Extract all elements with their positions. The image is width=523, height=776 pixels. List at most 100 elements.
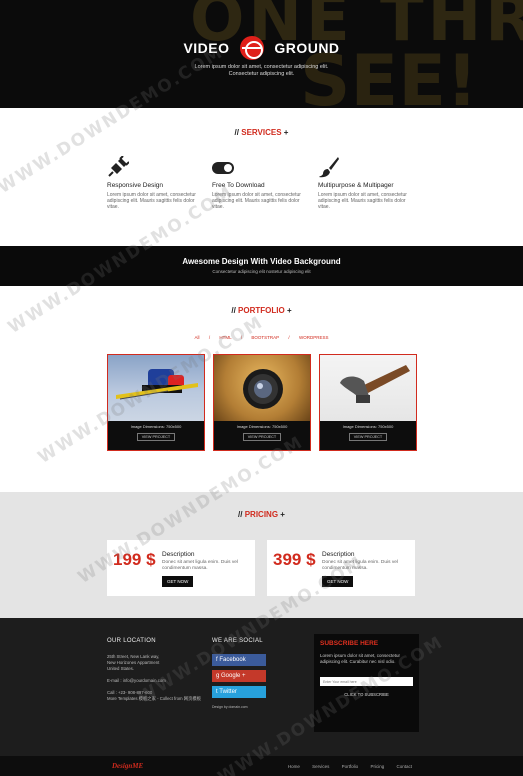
brand-word-right: GROUND	[274, 40, 340, 56]
plug-icon	[107, 155, 207, 180]
service-title: Responsive Design	[107, 182, 164, 189]
filter-wordpress[interactable]: WORDPRESS	[299, 335, 329, 340]
bottom-bar: DesignME Home Services Portfolio Pricing…	[0, 756, 523, 776]
nav-home[interactable]: Home	[288, 764, 300, 769]
address-line: United States.	[107, 666, 134, 671]
google-plus-button[interactable]: g Google +	[212, 670, 266, 682]
hammer-image	[320, 355, 416, 421]
social-buttons: f Facebook g Google + t Twitter	[212, 654, 302, 698]
price-label: Description	[322, 551, 355, 558]
filter-separator: /	[288, 335, 290, 340]
pricing-section: // PRICING + 199 $ Description Donec sit…	[0, 492, 523, 618]
band-subtitle: Consectetur adipiscing elit nostetur adi…	[212, 269, 311, 274]
toggle-shape	[212, 162, 234, 174]
tools-image	[108, 355, 204, 421]
card-caption: Image Dimensions: 750x500	[236, 424, 288, 429]
hero-section: ONE THREE SEE! VIDEO GROUND Lorem ipsum …	[0, 0, 523, 108]
pricing-title-suffix: +	[280, 510, 285, 519]
hero-subtitle-line1: Lorem ipsum dolor sit amet, consectetur …	[194, 64, 329, 70]
hero-subtitle-line2: Consectetur adipiscing elit.	[228, 71, 295, 77]
service-text: Lorem ipsum dolor sit amet, consectetur …	[318, 192, 407, 210]
hero-subtitle: Lorem ipsum dolor sit amet, consectetur …	[0, 64, 523, 78]
pricing-card: 399 $ Description Donec sit amet ligula …	[267, 540, 415, 596]
portfolio-card[interactable]: Image Dimensions: 750x500 VIEW PROJECT	[319, 354, 417, 451]
services-title: // SERVICES +	[0, 128, 523, 137]
twitter-button[interactable]: t Twitter	[212, 686, 266, 698]
filter-html[interactable]: HTML	[219, 335, 231, 340]
card-caption: Image Dimensions: 750x500	[130, 424, 182, 429]
footer-more-templates[interactable]: More Templates 模板之家 - Collect from 网页模板	[107, 696, 207, 702]
brand-word-left: VIDEO	[183, 40, 230, 56]
portfolio-section: // PORTFOLIO + All / HTML / BOOTSTRAP / …	[0, 286, 523, 492]
service-item: Free To Download Lorem ipsum dolor sit a…	[212, 156, 312, 210]
filter-bootstrap[interactable]: BOOTSTRAP	[251, 335, 279, 340]
social-title: WE ARE SOCIAL	[212, 638, 263, 644]
footer-location: OUR LOCATION 25th Street, New Lank way, …	[107, 638, 207, 702]
portfolio-card[interactable]: Image Dimensions: 750x500 VIEW PROJECT	[213, 354, 311, 451]
services-title-suffix: +	[283, 128, 289, 137]
page: ONE THREE SEE! VIDEO GROUND Lorem ipsum …	[0, 0, 523, 776]
nav-portfolio[interactable]: Portfolio	[342, 764, 359, 769]
footer-email[interactable]: E-mail : info@yourdomain.com	[107, 678, 207, 684]
get-now-button[interactable]: GET NOW	[322, 576, 354, 587]
service-item: Responsive Design Lorem ipsum dolor sit …	[107, 155, 207, 210]
service-text: Lorem ipsum dolor sit amet, consectetur …	[107, 192, 196, 210]
brand-mark-icon	[239, 36, 264, 60]
design-by[interactable]: Design by domain.com	[212, 704, 302, 710]
price-label: Description	[162, 551, 195, 558]
price-text: Donec sit amet ligula enim. Duis vel con…	[322, 560, 398, 571]
nav-services[interactable]: Services	[312, 764, 329, 769]
pricing-title-prefix: //	[238, 510, 243, 519]
bottom-logo[interactable]: DesignME	[112, 762, 143, 770]
services-title-prefix: //	[234, 128, 239, 137]
view-project-button[interactable]: VIEW PROJECT	[243, 433, 281, 441]
pricing-title-text: PRICING	[244, 510, 279, 519]
price-text: Donec sit amet ligula enim. Duis vel con…	[162, 560, 238, 571]
twitter-label: Twitter	[219, 689, 237, 695]
portfolio-card[interactable]: Image Dimensions: 750x500 VIEW PROJECT	[107, 354, 205, 451]
toggle-icon	[212, 156, 312, 180]
location-title: OUR LOCATION	[107, 638, 156, 644]
portfolio-title-prefix: //	[231, 306, 236, 315]
price-value: 199 $	[113, 550, 156, 569]
address-block: 25th Street, New Lank way, New Horizones…	[107, 654, 207, 702]
services-section: // SERVICES + Responsive Design Lorem ip…	[0, 108, 523, 246]
subscribe-title: SUBSCRIBE HERE	[320, 640, 379, 647]
facebook-label: Facebook	[219, 657, 246, 663]
footer-social: WE ARE SOCIAL f Facebook g Google + t Tw…	[212, 638, 302, 710]
portfolio-filters: All / HTML / BOOTSTRAP / WORDPRESS	[0, 335, 523, 340]
video-band: Awesome Design With Video Background Con…	[0, 246, 523, 286]
services-title-text: SERVICES	[241, 128, 282, 137]
filter-all[interactable]: All	[195, 335, 200, 340]
price-value: 399 $	[273, 550, 316, 569]
get-now-button[interactable]: GET NOW	[162, 576, 194, 587]
pricing-card: 199 $ Description Donec sit amet ligula …	[107, 540, 255, 596]
service-item: Multipurpose & Multipager Lorem ipsum do…	[318, 156, 418, 210]
view-project-button[interactable]: VIEW PROJECT	[349, 433, 387, 441]
subscribe-button[interactable]: CLICK TO SUBSCRIBE	[320, 692, 413, 697]
footer: OUR LOCATION 25th Street, New Lank way, …	[0, 618, 523, 756]
card-caption: Image Dimensions: 750x500	[342, 424, 394, 429]
service-title: Multipurpose & Multipager	[318, 182, 394, 189]
subscribe-box: SUBSCRIBE HERE Lorem ipsum dolor sit ame…	[314, 634, 419, 732]
band-title: Awesome Design With Video Background	[182, 257, 341, 266]
nav-pricing[interactable]: Pricing	[370, 764, 384, 769]
portfolio-title-suffix: +	[286, 306, 292, 315]
nav-contact[interactable]: Contact	[396, 764, 412, 769]
filter-separator: /	[208, 335, 211, 340]
view-project-button[interactable]: VIEW PROJECT	[137, 433, 175, 441]
filter-separator: /	[240, 335, 243, 340]
subscribe-text: Lorem ipsum dolor sit amet, consectetur …	[320, 653, 401, 664]
camera-lens-image	[214, 355, 310, 421]
brush-icon	[318, 156, 418, 180]
portfolio-title-text: PORTFOLIO	[238, 306, 285, 315]
service-text: Lorem ipsum dolor sit amet, consectetur …	[212, 192, 301, 210]
bottom-nav: Home Services Portfolio Pricing Contact	[277, 764, 412, 769]
brand-logo[interactable]: VIDEO GROUND	[0, 36, 523, 60]
service-title: Free To Download	[212, 182, 265, 189]
pricing-title: // PRICING +	[0, 510, 523, 519]
facebook-button[interactable]: f Facebook	[212, 654, 266, 666]
portfolio-title: // PORTFOLIO +	[0, 306, 523, 315]
google-plus-label: Google +	[221, 673, 246, 679]
subscribe-email-input[interactable]	[320, 677, 413, 686]
